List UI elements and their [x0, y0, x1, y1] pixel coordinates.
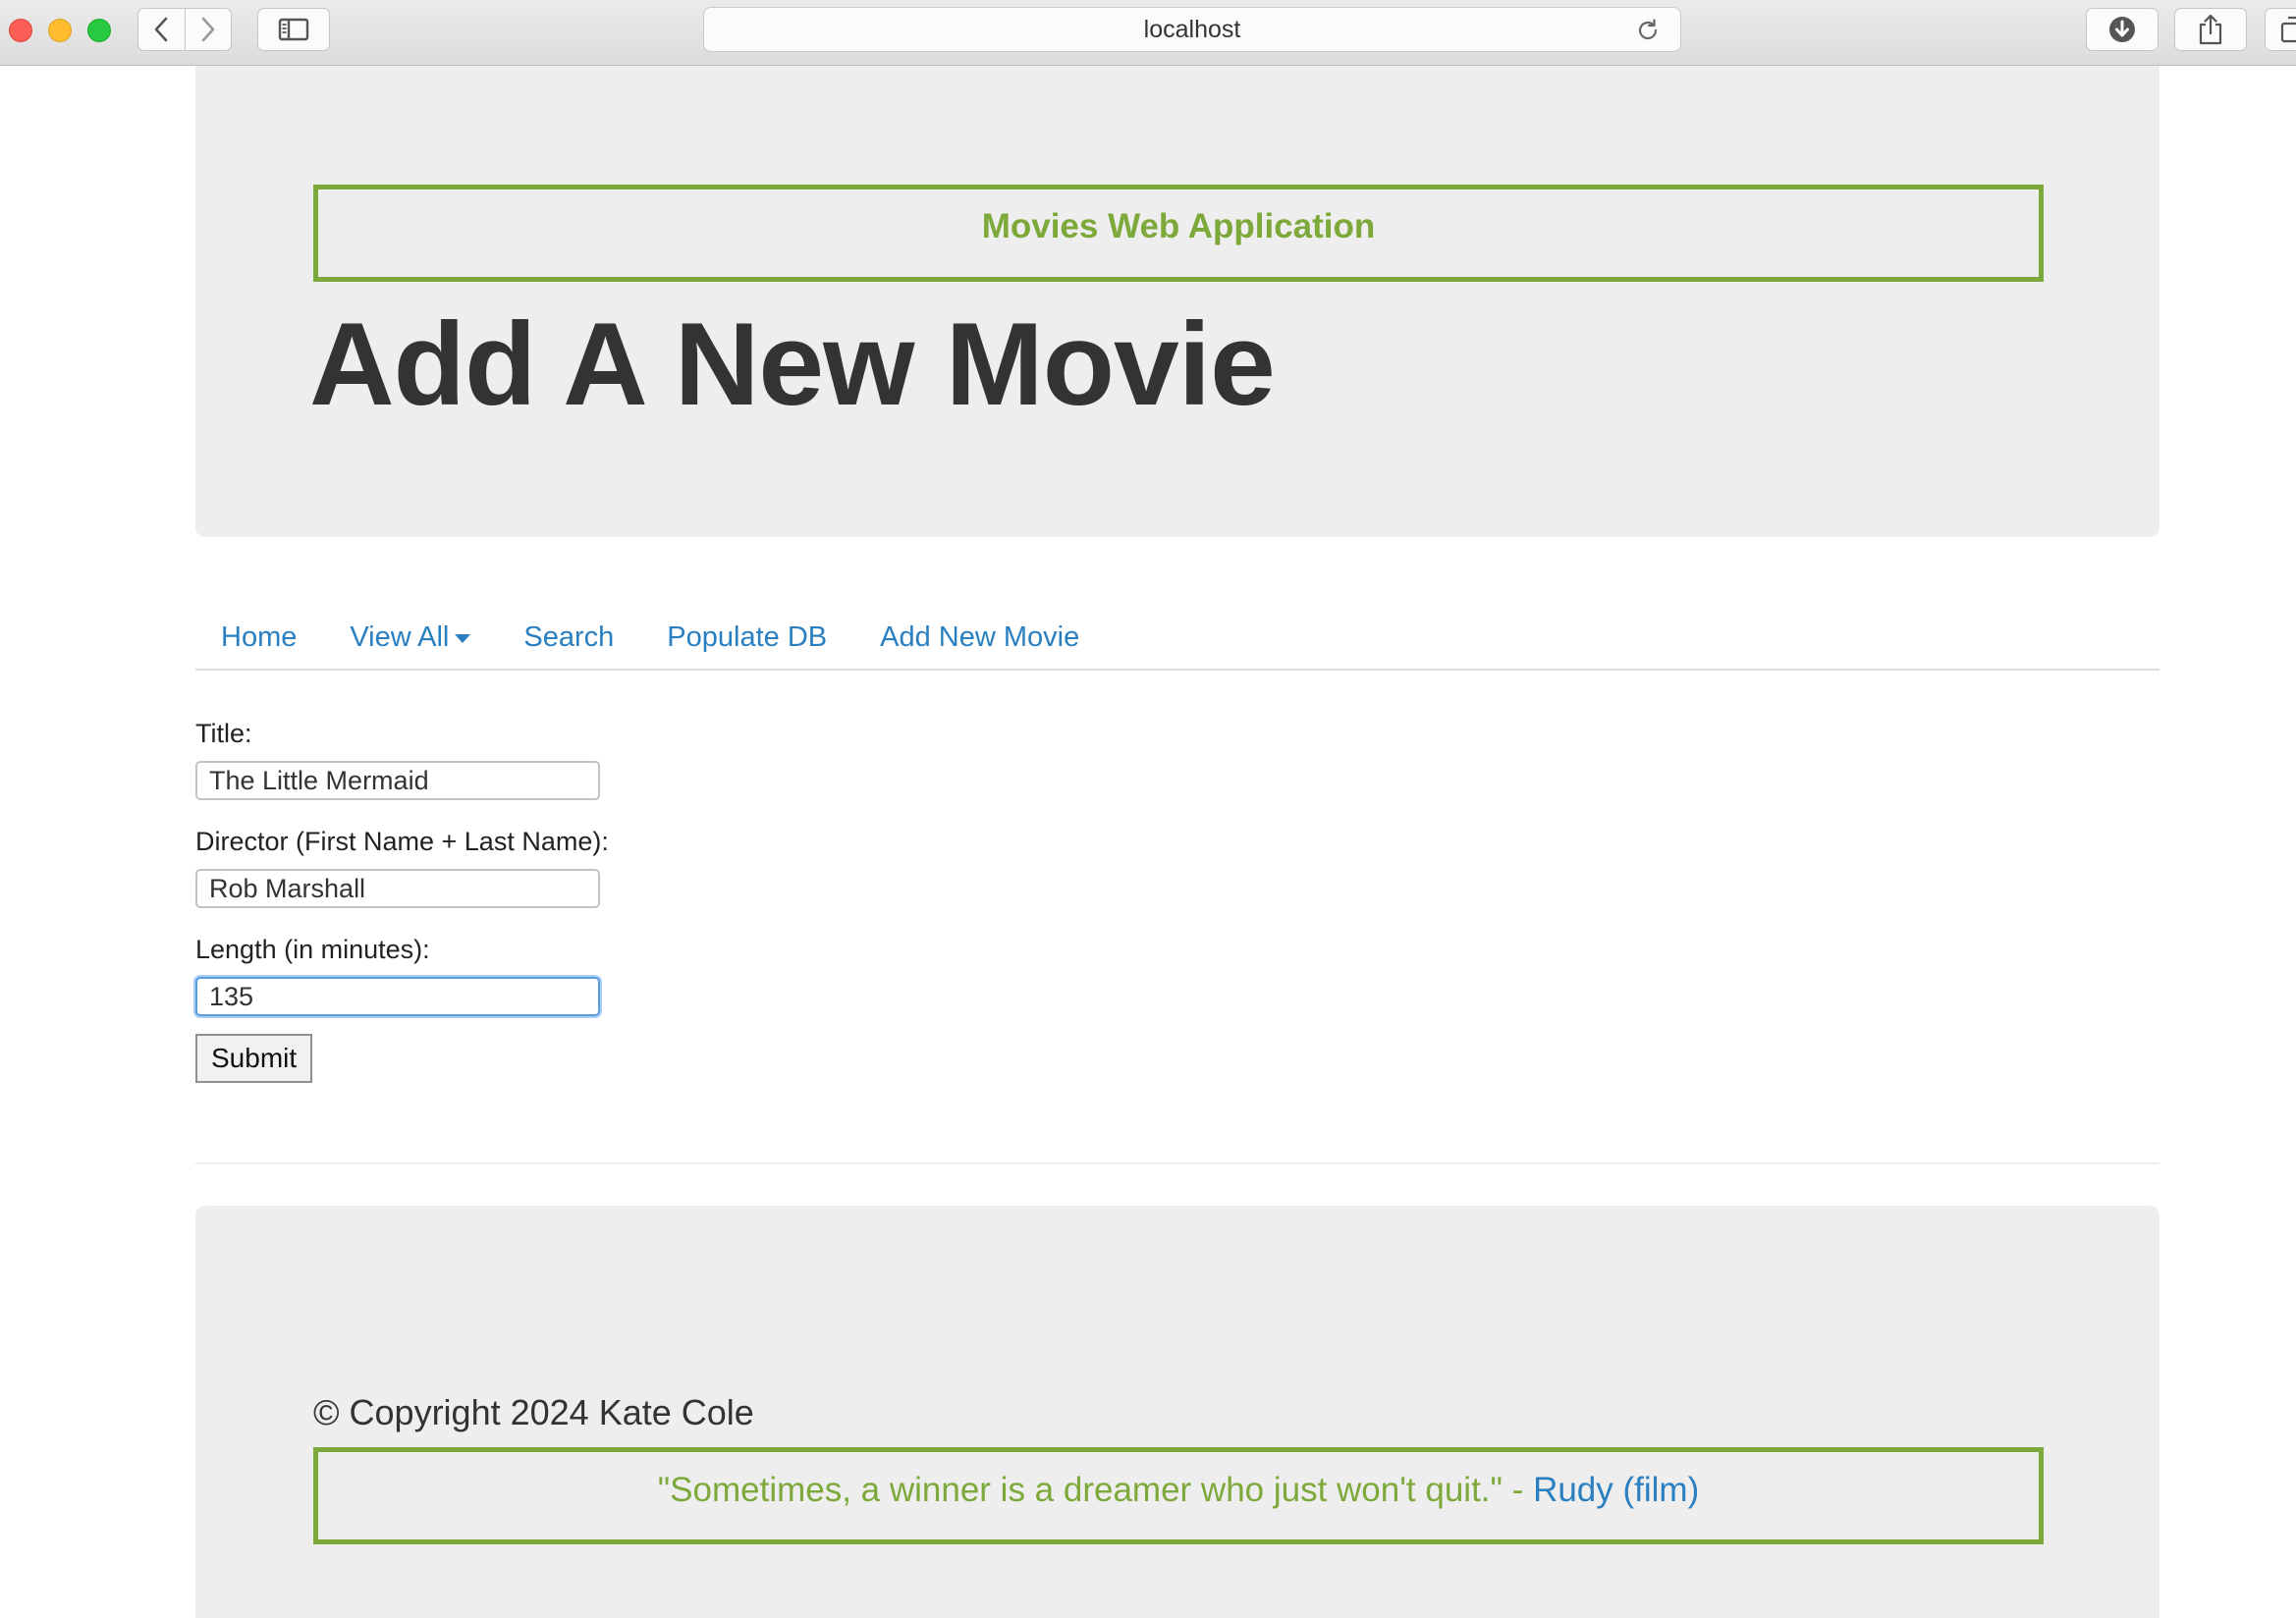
- window-minimize-button[interactable]: [48, 19, 72, 42]
- address-url: localhost: [1143, 15, 1241, 43]
- submit-button[interactable]: Submit: [195, 1034, 313, 1083]
- sidebar-toggle-button[interactable]: [257, 8, 330, 51]
- nav-home-label: Home: [221, 621, 298, 653]
- director-input[interactable]: [195, 869, 600, 908]
- nav-home[interactable]: Home: [195, 606, 324, 669]
- title-input[interactable]: [195, 761, 600, 800]
- window-close-button[interactable]: [9, 19, 32, 42]
- nav-view-all-dropdown[interactable]: View All: [324, 606, 498, 669]
- download-icon: [2109, 17, 2135, 42]
- back-icon: [154, 17, 168, 42]
- title-label: Title:: [195, 719, 252, 748]
- director-label: Director (First Name + Last Name):: [195, 827, 609, 856]
- sidebar-icon: [278, 18, 309, 41]
- share-icon: [2199, 14, 2222, 45]
- tabs-icon: [2280, 16, 2296, 43]
- divider: [195, 1162, 2159, 1164]
- copyright-text: © Copyright 2024 Kate Cole: [313, 1392, 754, 1432]
- nav-search-label: Search: [523, 621, 615, 653]
- add-movie-form: Title: Director (First Name + Last Name)…: [195, 714, 981, 1083]
- share-button[interactable]: [2174, 8, 2247, 51]
- nav-populate-db-label: Populate DB: [667, 621, 828, 653]
- tab-overview-button[interactable]: [2265, 8, 2296, 51]
- length-input[interactable]: [195, 977, 600, 1016]
- app-title-box: Movies Web Application: [313, 185, 2044, 282]
- window-maximize-button[interactable]: [87, 19, 111, 42]
- main-nav: Home View All Search Populate DB Add New…: [195, 606, 2159, 671]
- quote-text: "Sometimes, a winner is a dreamer who ju…: [657, 1470, 1534, 1509]
- length-label: Length (in minutes):: [195, 935, 430, 964]
- quote-box: "Sometimes, a winner is a dreamer who ju…: [313, 1447, 2044, 1544]
- downloads-button[interactable]: [2086, 8, 2159, 51]
- forward-icon: [201, 17, 215, 42]
- footer: © Copyright 2024 Kate Cole "Sometimes, a…: [195, 1206, 2159, 1618]
- nav-populate-db[interactable]: Populate DB: [641, 606, 854, 669]
- back-button[interactable]: [138, 9, 186, 50]
- history-nav-group: [137, 8, 232, 51]
- nav-add-new-movie[interactable]: Add New Movie: [854, 606, 1107, 669]
- nav-search[interactable]: Search: [498, 606, 641, 669]
- caret-down-icon: [455, 633, 471, 643]
- app-title: Movies Web Application: [981, 206, 1376, 245]
- quote: "Sometimes, a winner is a dreamer who ju…: [658, 1471, 1700, 1510]
- reload-icon[interactable]: [1635, 18, 1661, 43]
- quote-source-link[interactable]: Rudy (film): [1533, 1471, 1699, 1509]
- nav-view-all-label: View All: [350, 621, 450, 653]
- nav-add-new-movie-label: Add New Movie: [880, 621, 1080, 653]
- browser-toolbar: localhost: [0, 0, 2296, 66]
- address-bar[interactable]: localhost: [703, 7, 1681, 52]
- page-title: Add A New Movie: [309, 298, 1276, 430]
- forward-button[interactable]: [186, 9, 232, 50]
- header-jumbotron: Movies Web Application Add A New Movie: [195, 66, 2159, 537]
